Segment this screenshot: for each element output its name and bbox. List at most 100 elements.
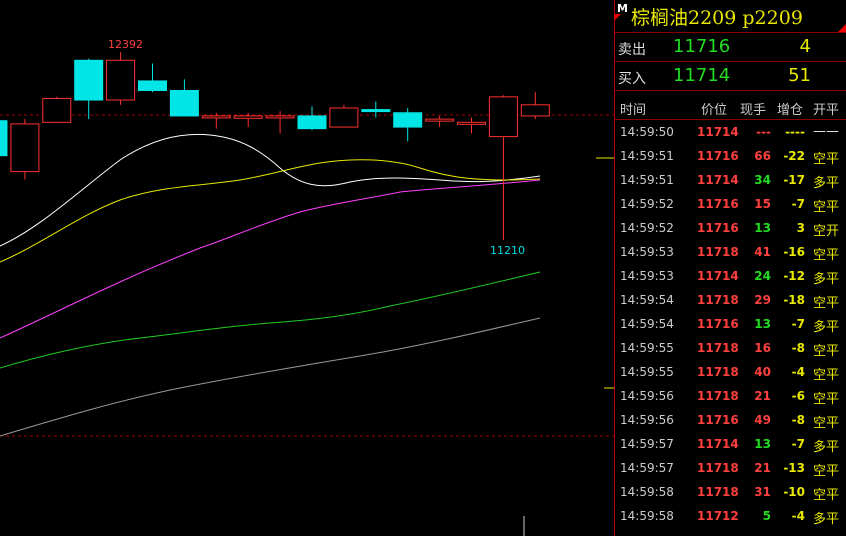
bid-label: 买入 <box>618 71 646 87</box>
tick-hand: 66 <box>754 149 771 163</box>
tick-price: 11716 <box>697 317 739 331</box>
tick-hand: 21 <box>754 389 771 403</box>
tick-price: 11714 <box>697 437 739 451</box>
tick-chg: 3 <box>796 221 805 235</box>
tick-row[interactable]: 14:59:54 11718 29 -18 空平 <box>615 288 846 312</box>
tick-time: 14:59:52 <box>620 221 674 235</box>
tick-row[interactable]: 14:59:52 11716 15 -7 空平 <box>615 192 846 216</box>
candle-body <box>42 97 72 123</box>
tick-hand: 31 <box>754 485 771 499</box>
tick-price: 11718 <box>697 365 739 379</box>
tick-row[interactable]: 14:59:50 11714 --- ---- —— <box>615 120 846 144</box>
tick-hand: 21 <box>754 461 771 475</box>
candle-body <box>10 123 40 173</box>
tick-row[interactable]: 14:59:51 11714 34 -17 多平 <box>615 168 846 192</box>
candle-body <box>74 59 104 101</box>
candle-body <box>201 115 231 119</box>
candle-body <box>393 112 423 128</box>
tick-type: 空开 <box>813 224 840 239</box>
tick-row[interactable]: 14:59:56 11716 49 -8 空平 <box>615 408 846 432</box>
tick-chg: -16 <box>783 245 805 259</box>
tick-type: 多平 <box>813 272 840 287</box>
tick-row[interactable]: 14:59:56 11718 21 -6 空平 <box>615 384 846 408</box>
candle-body <box>361 109 391 113</box>
tick-row[interactable]: 14:59:58 11718 31 -10 空平 <box>615 480 846 504</box>
tick-price: 11718 <box>697 389 739 403</box>
tick-chg: -4 <box>791 365 805 379</box>
tick-row[interactable]: 14:59:55 11718 40 -4 空平 <box>615 360 846 384</box>
tick-chg: -7 <box>791 197 805 211</box>
title-bar: M 棕榈油2209 p2209 <box>615 0 846 33</box>
tick-type: 空平 <box>813 368 840 383</box>
tick-chg: -7 <box>791 317 805 331</box>
tick-time: 14:59:53 <box>620 245 674 259</box>
tick-time: 14:59:58 <box>620 509 674 523</box>
tick-time: 14:59:50 <box>620 125 674 139</box>
tick-row[interactable]: 14:59:57 11714 13 -7 多平 <box>615 432 846 456</box>
tick-row[interactable]: 14:59:58 11712 5 -4 多平 <box>615 504 846 528</box>
corner-marker-icon <box>838 24 846 32</box>
tick-time: 14:59:54 <box>620 293 674 307</box>
tick-chg: -22 <box>783 149 805 163</box>
kline-chart[interactable]: 12392 11210 <box>0 0 614 536</box>
ma10-line <box>0 159 541 263</box>
tick-chg: -8 <box>791 413 805 427</box>
ticks-header: 时间 价位 现手 增仓 开平 <box>615 97 846 120</box>
tick-price: 11718 <box>697 341 739 355</box>
tick-time: 14:59:53 <box>620 269 674 283</box>
tick-time: 14:59:56 <box>620 389 674 403</box>
tick-row[interactable]: 14:59:57 11718 21 -13 空平 <box>615 456 846 480</box>
kline-canvas[interactable]: 12392 11210 <box>0 0 614 536</box>
tick-price: 11718 <box>697 293 739 307</box>
tick-price: 11716 <box>697 221 739 235</box>
candle-body <box>488 96 518 138</box>
tick-price: 11712 <box>697 509 739 523</box>
tick-chg: -4 <box>791 509 805 523</box>
ask-row[interactable]: 卖出 11716 4 <box>615 33 846 61</box>
tick-time: 14:59:55 <box>620 341 674 355</box>
tick-chg: -7 <box>791 437 805 451</box>
tick-row[interactable]: 14:59:51 11716 66 -22 空平 <box>615 144 846 168</box>
tick-chg: -18 <box>783 293 805 307</box>
header-hand: 现手 <box>740 103 767 118</box>
ma20-line <box>0 179 541 339</box>
tick-price: 11716 <box>697 197 739 211</box>
tick-hand: 5 <box>762 509 771 523</box>
tick-hand: 13 <box>754 221 771 235</box>
tick-hand: 34 <box>754 173 771 187</box>
tick-type: 空平 <box>813 200 840 215</box>
candle-body <box>520 104 550 117</box>
ask-volume: 4 <box>799 36 811 57</box>
tick-hand: 13 <box>754 317 771 331</box>
bid-row[interactable]: 买入 11714 51 <box>615 62 846 90</box>
tick-type: 空平 <box>813 416 840 431</box>
bid-volume: 51 <box>788 65 811 86</box>
tick-chg: -17 <box>783 173 805 187</box>
tick-chg: ---- <box>785 125 805 139</box>
candle-body <box>297 115 327 130</box>
tick-row[interactable]: 14:59:52 11716 13 3 空开 <box>615 216 846 240</box>
tick-type: 多平 <box>813 176 840 191</box>
ticks-list[interactable]: 14:59:50 11714 --- ---- —— 14:59:51 11716 66 -22… <box>615 120 846 528</box>
candle-body <box>457 121 486 125</box>
candles-group <box>0 52 550 240</box>
tick-type: 多平 <box>813 512 840 527</box>
tick-time: 14:59:54 <box>620 317 674 331</box>
tick-price: 11714 <box>697 173 739 187</box>
candle-body <box>233 115 263 119</box>
tick-chg: -13 <box>783 461 805 475</box>
tick-row[interactable]: 14:59:54 11716 13 -7 多平 <box>615 312 846 336</box>
high-label: 12392 <box>108 38 143 51</box>
tick-chg: -10 <box>783 485 805 499</box>
tick-row[interactable]: 14:59:55 11718 16 -8 空平 <box>615 336 846 360</box>
header-chg: 增仓 <box>777 103 804 118</box>
tick-type: 空平 <box>813 248 840 263</box>
contract-title: 棕榈油2209 p2209 <box>631 7 803 29</box>
tick-hand: 16 <box>754 341 771 355</box>
tick-row[interactable]: 14:59:53 11718 41 -16 空平 <box>615 240 846 264</box>
tick-type: 空平 <box>813 488 840 503</box>
candle-body <box>265 115 295 119</box>
tick-row[interactable]: 14:59:53 11714 24 -12 多平 <box>615 264 846 288</box>
quote-panel: M 棕榈油2209 p2209 卖出 11716 4 买入 11714 51 时… <box>614 0 846 536</box>
tick-time: 14:59:51 <box>620 173 674 187</box>
